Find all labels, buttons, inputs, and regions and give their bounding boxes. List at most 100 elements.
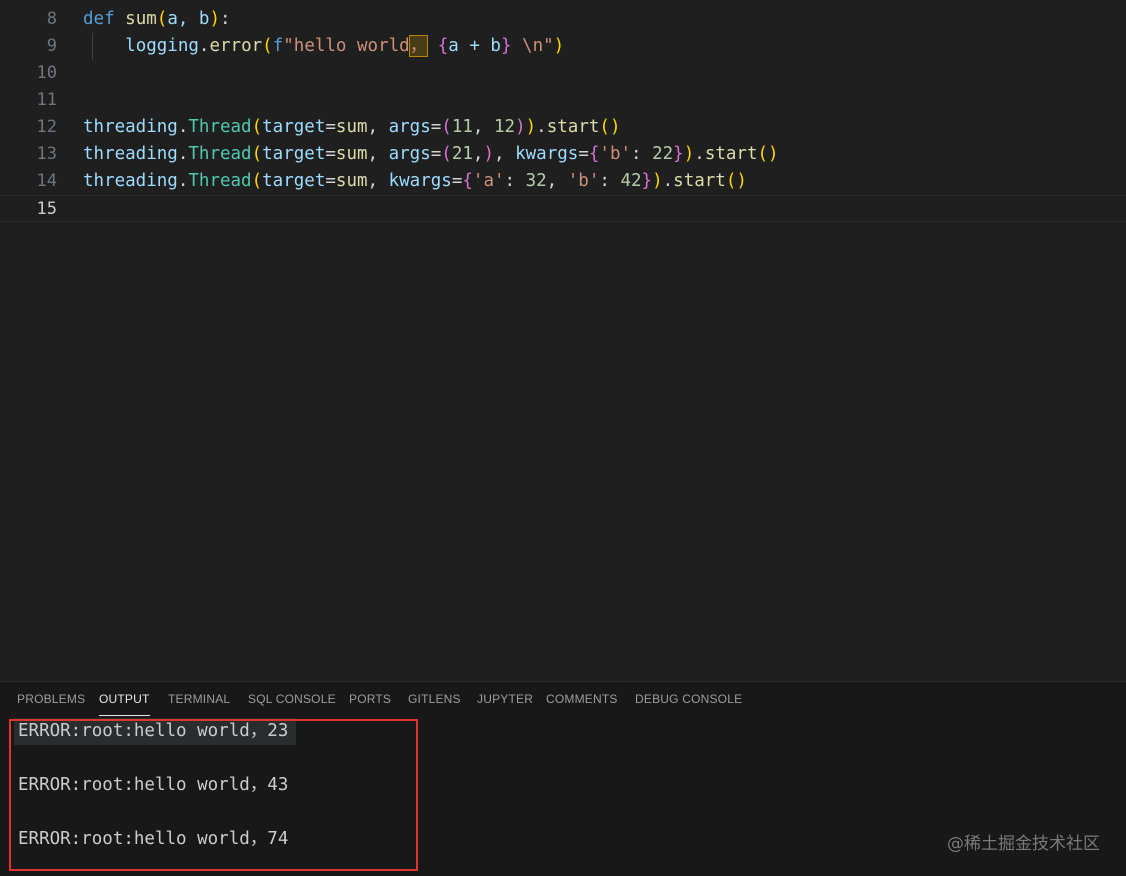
line-number: 9	[46, 36, 57, 56]
paren-open: (	[156, 9, 168, 29]
line-number: 11	[36, 90, 57, 110]
panel-tabs: PROBLEMS OUTPUT TERMINAL SQL CONSOLE POR…	[0, 682, 1126, 718]
string-literal: "hello world	[283, 36, 410, 56]
equals: =	[325, 144, 336, 164]
code-line-15[interactable]: 15	[0, 195, 1126, 222]
string-space	[427, 36, 438, 56]
dot: .	[662, 171, 674, 191]
dot: .	[694, 144, 705, 164]
comma: ,	[472, 144, 484, 164]
kwarg-name: args	[388, 117, 431, 137]
comma: ,	[494, 144, 516, 164]
watermark: @稀土掘金技术社区	[947, 834, 1100, 854]
paren-close: )	[525, 117, 537, 137]
equals: =	[430, 144, 442, 164]
code-text[interactable]: logging.error(f"hello world， {a + b} \n"…	[83, 33, 564, 60]
tab-output[interactable]: OUTPUT	[99, 692, 150, 716]
kwarg-value: sum	[335, 117, 368, 137]
tab-jupyter[interactable]: JUPYTER	[477, 692, 533, 706]
paren-close: )	[515, 117, 526, 137]
tab-ports[interactable]: PORTS	[349, 692, 391, 706]
code-line-10[interactable]: 10	[0, 60, 1126, 87]
kwarg-name: target	[262, 171, 326, 191]
brace-close: }	[641, 171, 653, 191]
brace-open: {	[462, 171, 473, 191]
string-literal: 'b'	[599, 144, 632, 164]
keyword-def: def	[83, 9, 115, 29]
tab-sql-console[interactable]: SQL CONSOLE	[248, 692, 336, 706]
colon: :	[220, 9, 231, 29]
dot: .	[177, 144, 189, 164]
code-line-11[interactable]: 11	[0, 87, 1126, 114]
code-line-8[interactable]: 8 def sum(a, b):	[0, 6, 1126, 33]
comma: ,	[546, 171, 568, 191]
string-literal-end: \n"	[511, 36, 554, 56]
number-literal: 12	[494, 117, 516, 137]
line-number: 8	[46, 9, 57, 29]
line-number: 15	[36, 199, 57, 219]
dot: .	[177, 171, 189, 191]
brace-open: {	[588, 144, 600, 164]
paren-close: )	[553, 36, 565, 56]
number-literal: 32	[525, 171, 547, 191]
brace-close: }	[500, 36, 512, 56]
dot: .	[536, 117, 547, 137]
kwarg-name: target	[262, 117, 326, 137]
number-literal: 42	[620, 171, 642, 191]
call-parens: ()	[725, 171, 747, 191]
class-name: Thread	[188, 171, 252, 191]
tab-problems[interactable]: PROBLEMS	[17, 692, 85, 706]
paren-close: )	[652, 171, 663, 191]
code-line-9[interactable]: 9 logging.error(f"hello world， {a + b} \…	[0, 33, 1126, 60]
number-literal: 21	[451, 144, 473, 164]
parameters: a, b	[167, 9, 210, 29]
class-name: Thread	[188, 144, 252, 164]
equals: =	[325, 117, 336, 137]
dot: .	[198, 36, 210, 56]
tab-terminal[interactable]: TERMINAL	[168, 692, 230, 706]
colon: :	[631, 144, 653, 164]
colon: :	[599, 171, 621, 191]
method-start: start	[546, 117, 600, 137]
equals: =	[430, 117, 442, 137]
module-name: threading	[83, 117, 178, 137]
kwarg-value: sum	[335, 171, 368, 191]
module-name: threading	[83, 171, 178, 191]
string-literal: 'a'	[472, 171, 505, 191]
kwarg-name: kwargs	[515, 144, 579, 164]
identifier-logging: logging	[125, 36, 199, 56]
equals: =	[578, 144, 589, 164]
expression: a + b	[448, 36, 501, 56]
line-number: 13	[36, 144, 57, 164]
tab-comments[interactable]: COMMENTS	[546, 692, 618, 706]
code-editor[interactable]: 8 def sum(a, b): 9 logging.error(f"hello…	[0, 0, 1126, 681]
dot: .	[177, 117, 189, 137]
code-text[interactable]: threading.Thread(target=sum, kwargs={'a'…	[83, 168, 747, 195]
paren-close: )	[483, 144, 495, 164]
paren-close: )	[209, 9, 221, 29]
string-literal: 'b'	[567, 171, 600, 191]
comma: ,	[367, 117, 389, 137]
code-text[interactable]: def sum(a, b):	[83, 6, 231, 33]
code-line-12[interactable]: 12 threading.Thread(target=sum, args=(11…	[0, 114, 1126, 141]
brace-open: {	[437, 36, 449, 56]
call-parens: ()	[757, 144, 779, 164]
method-start: start	[704, 144, 758, 164]
equals: =	[325, 171, 336, 191]
paren-open: (	[251, 171, 263, 191]
tab-gitlens[interactable]: GITLENS	[408, 692, 461, 706]
equals: =	[451, 171, 463, 191]
kwarg-name: kwargs	[388, 171, 452, 191]
code-text[interactable]: threading.Thread(target=sum, args=(11, 1…	[83, 114, 620, 141]
highlighted-char: ，	[408, 35, 429, 57]
code-line-14[interactable]: 14 threading.Thread(target=sum, kwargs={…	[0, 168, 1126, 195]
code-text[interactable]: threading.Thread(target=sum, args=(21,),…	[83, 141, 779, 168]
function-name: sum	[125, 9, 157, 29]
code-line-13[interactable]: 13 threading.Thread(target=sum, args=(21…	[0, 141, 1126, 168]
method-error: error	[209, 36, 263, 56]
comma: ,	[472, 117, 494, 137]
kwarg-name: target	[262, 144, 326, 164]
module-name: threading	[83, 144, 178, 164]
tab-debug-console[interactable]: DEBUG CONSOLE	[635, 692, 742, 706]
comma: ,	[367, 171, 389, 191]
